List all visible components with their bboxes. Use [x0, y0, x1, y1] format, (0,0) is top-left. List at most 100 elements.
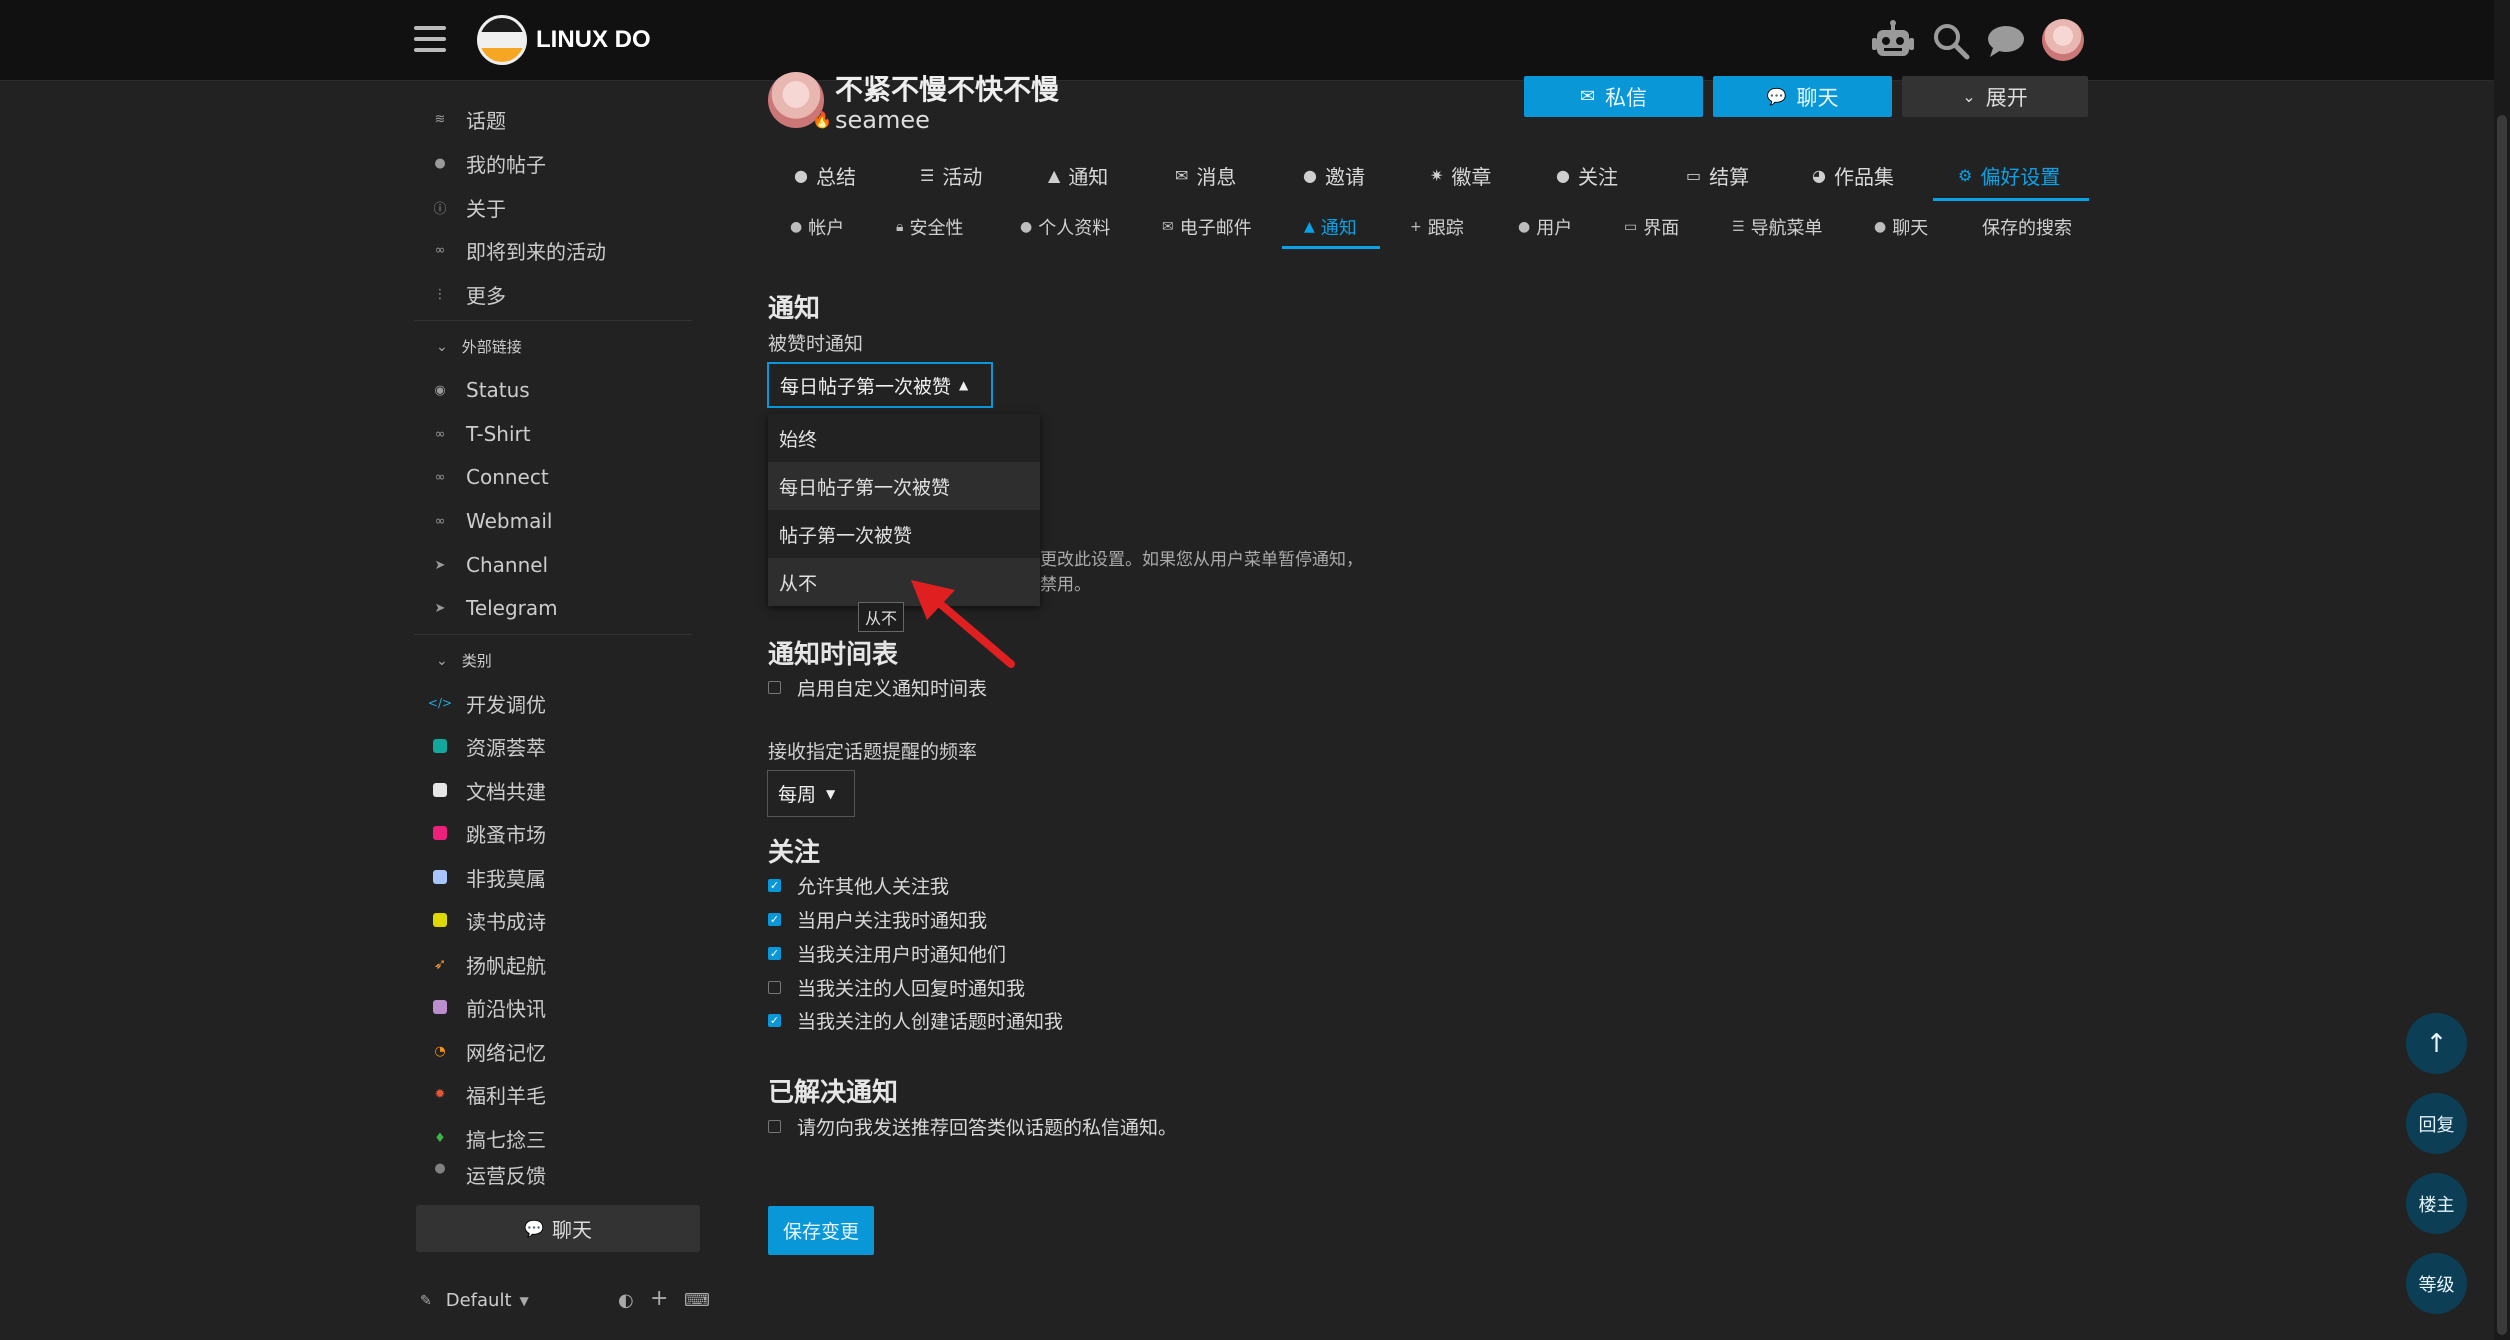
sidebar-category[interactable]: ♦ 搞七捻三: [432, 1118, 546, 1158]
chat-icon[interactable]: [1987, 24, 2025, 58]
sidebar-item-about[interactable]: ⓘ 关于: [432, 187, 506, 227]
sidebar-category[interactable]: 文档共建: [432, 770, 546, 810]
follow-option-notify-topic[interactable]: 当我关注的人创建话题时通知我: [768, 1007, 1063, 1034]
tab-summary[interactable]: ● 总结: [794, 152, 856, 198]
sidebar-item-events[interactable]: ∞ 即将到来的活动: [432, 230, 606, 270]
checkbox[interactable]: [768, 1120, 781, 1133]
sidebar-item-more[interactable]: ⋮ 更多: [432, 274, 507, 314]
checkbox[interactable]: [768, 879, 781, 892]
dropdown-option-selected[interactable]: 每日帖子第一次被赞: [768, 462, 1040, 510]
site-logo[interactable]: [477, 15, 527, 65]
user-avatar[interactable]: [2042, 19, 2084, 61]
checkbox[interactable]: [768, 913, 781, 926]
chat-button[interactable]: 💬 聊天: [1713, 76, 1892, 117]
level-button[interactable]: 等级: [2406, 1253, 2467, 1314]
follow-option-allow[interactable]: 允许其他人关注我: [768, 872, 949, 899]
subtab-navigation-menu[interactable]: ☰ 导航菜单: [1732, 208, 1823, 246]
checkbox[interactable]: [768, 981, 781, 994]
sidebar-link-connect[interactable]: ∞ Connect: [432, 457, 549, 497]
subtab-users[interactable]: ● 用户: [1518, 208, 1572, 246]
sidebar-link-webmail[interactable]: ∞ Webmail: [432, 501, 553, 541]
tab-invites[interactable]: ● 邀请: [1303, 152, 1365, 198]
reply-button[interactable]: 回复: [2406, 1093, 2467, 1154]
subtab-interface[interactable]: ▭ 界面: [1624, 208, 1679, 246]
sidebar-link-status[interactable]: ◉ Status: [432, 370, 529, 410]
expand-button[interactable]: ⌄ 展开: [1902, 76, 2088, 117]
info-icon: ⓘ: [433, 201, 447, 217]
sidebar-category[interactable]: ● 运营反馈: [432, 1160, 546, 1187]
like-notify-select[interactable]: 每日帖子第一次被赞 ▲: [767, 362, 993, 408]
card-icon: ▭: [1686, 165, 1702, 185]
chevron-down-icon: ⌄: [436, 338, 448, 355]
plus-icon[interactable]: +: [650, 1286, 668, 1311]
op-button[interactable]: 楼主: [2406, 1173, 2467, 1234]
dropdown-option[interactable]: 帖子第一次被赞: [768, 510, 1040, 558]
subtab-profile[interactable]: ● 个人资料: [1020, 208, 1110, 246]
palette-icon: ◕: [1812, 165, 1826, 185]
contrast-icon[interactable]: ◐: [618, 1290, 634, 1311]
send-icon: ➤: [434, 600, 446, 616]
subtab-tracking[interactable]: + 跟踪: [1410, 208, 1464, 246]
follow-option-notify-them[interactable]: 当我关注用户时通知他们: [768, 940, 1006, 967]
tab-billing[interactable]: ▭ 结算: [1686, 152, 1749, 198]
sidebar-category[interactable]: 资源荟萃: [432, 726, 546, 766]
subtab-chat[interactable]: ● 聊天: [1874, 208, 1928, 246]
scrollbar-thumb[interactable]: [2497, 115, 2507, 1335]
sidebar-category[interactable]: ◔ 网络记忆: [432, 1031, 546, 1071]
tab-portfolio[interactable]: ◕ 作品集: [1812, 152, 1894, 198]
subtab-security[interactable]: 🔒︎ 安全性: [896, 208, 963, 246]
follow-option-notify-reply[interactable]: 当我关注的人回复时通知我: [768, 974, 1025, 1001]
layers-icon: ≋: [434, 111, 446, 127]
scroll-top-button[interactable]: ↑: [2406, 1013, 2467, 1074]
theme-selector[interactable]: ✎ Default ▼: [420, 1290, 529, 1311]
sidebar-category[interactable]: ➶ 扬帆起航: [432, 944, 546, 984]
tab-notifications[interactable]: ▲ 通知: [1048, 152, 1108, 198]
custom-schedule-checkbox[interactable]: 启用自定义通知时间表: [768, 674, 987, 701]
sidebar-link-tshirt[interactable]: ∞ T-Shirt: [432, 414, 531, 454]
subtab-notifications[interactable]: ▲ 通知: [1304, 208, 1357, 246]
sidebar-item-my-posts[interactable]: ● 我的帖子: [432, 143, 546, 183]
sidebar-link-channel[interactable]: ➤ Channel: [432, 545, 549, 585]
sidebar-category[interactable]: </> 开发调优: [428, 683, 546, 723]
category-icon: [432, 738, 448, 754]
cloud-icon: ●: [434, 1160, 446, 1176]
checkbox[interactable]: [768, 681, 781, 694]
sidebar-link-telegram[interactable]: ➤ Telegram: [432, 588, 558, 628]
sidebar-category[interactable]: ✹ 福利羊毛: [432, 1074, 546, 1114]
subtab-email[interactable]: ✉ 电子邮件: [1162, 208, 1252, 246]
subtab-active-indicator: [1282, 246, 1380, 249]
like-notify-description: 更改此设置。如果您从用户菜单暂停通知，: [1040, 550, 1363, 570]
subtab-saved-searches[interactable]: 保存的搜索: [1982, 208, 2072, 246]
tab-activity[interactable]: ☰ 活动: [920, 152, 982, 198]
tab-active-indicator: [1933, 198, 2089, 201]
sidebar-section-categories[interactable]: ⌄ 类别: [436, 650, 492, 671]
sidebar-category[interactable]: 前沿快讯: [432, 987, 546, 1027]
fire-icon: 🔥: [812, 110, 832, 129]
tab-badges[interactable]: ✷ 徽章: [1430, 152, 1491, 198]
message-button[interactable]: ✉ 私信: [1524, 76, 1703, 117]
solved-checkbox[interactable]: 请勿向我发送推荐回答类似话题的私信通知。: [768, 1113, 1177, 1140]
keyboard-icon[interactable]: ⌨: [684, 1290, 710, 1311]
robot-icon[interactable]: [1872, 20, 1914, 60]
envelope-icon: ✉: [1175, 165, 1189, 185]
site-title[interactable]: LINUX DO: [536, 26, 651, 54]
checkbox[interactable]: [768, 947, 781, 960]
freq-select[interactable]: 每周 ▼: [767, 770, 855, 817]
sidebar-category[interactable]: 读书成诗: [432, 900, 546, 940]
follow-option-notify-followed[interactable]: 当用户关注我时通知我: [768, 906, 987, 933]
dropdown-option[interactable]: 始终: [768, 414, 1040, 462]
sidebar-category[interactable]: 跳蚤市场: [432, 813, 546, 853]
checkbox[interactable]: [768, 1014, 781, 1027]
sidebar-section-external[interactable]: ⌄ 外部链接: [436, 336, 522, 357]
sidebar-category[interactable]: 非我莫属: [432, 857, 546, 897]
sidebar-item-topics[interactable]: ≋ 话题: [432, 99, 506, 139]
link-icon: ∞: [434, 513, 446, 529]
sidebar-chat-button[interactable]: 💬 聊天: [416, 1205, 700, 1252]
save-button[interactable]: 保存变更: [768, 1206, 874, 1255]
search-icon[interactable]: [1932, 22, 1970, 60]
tab-follow[interactable]: ● 关注: [1556, 152, 1618, 198]
subtab-account[interactable]: ● 帐户: [790, 208, 844, 246]
tab-messages[interactable]: ✉ 消息: [1175, 152, 1236, 198]
tab-preferences[interactable]: ⚙ 偏好设置: [1958, 152, 2060, 198]
hamburger-menu-icon[interactable]: [414, 26, 446, 59]
